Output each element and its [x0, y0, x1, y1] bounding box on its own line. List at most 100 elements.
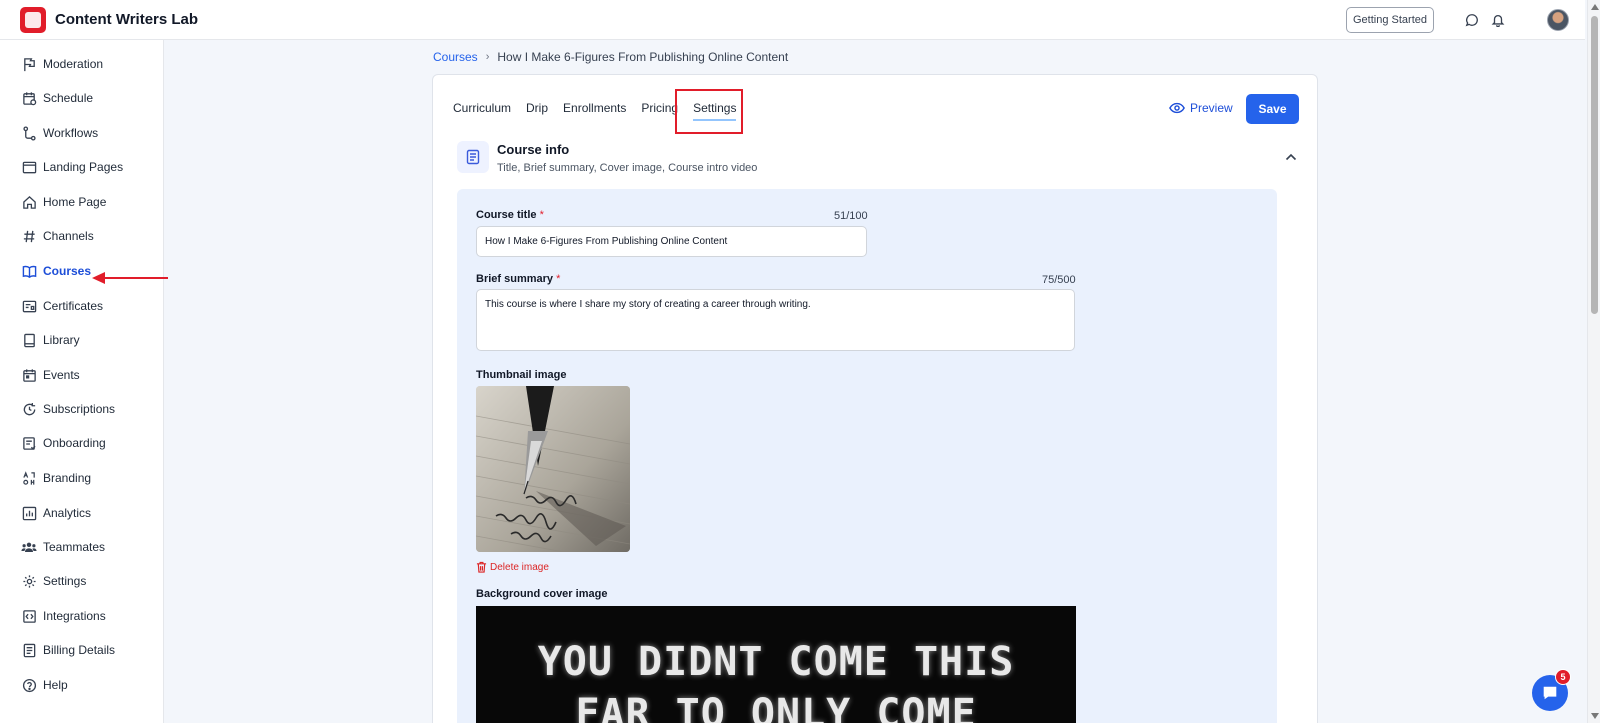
- moderation-icon: [21, 56, 37, 72]
- section-subtitle: Title, Brief summary, Cover image, Cours…: [497, 162, 758, 174]
- sidebar-item-certificates[interactable]: Certificates: [21, 296, 103, 316]
- bell-icon[interactable]: [1489, 11, 1507, 29]
- sidebar-item-moderation[interactable]: Moderation: [21, 54, 103, 74]
- hash-icon: [21, 228, 37, 244]
- integrations-icon: [21, 608, 37, 624]
- sidebar-item-label: Onboarding: [43, 436, 106, 450]
- sidebar-item-channels[interactable]: Channels: [21, 226, 94, 246]
- sidebar-item-settings[interactable]: Settings: [21, 571, 86, 591]
- trash-icon: [476, 561, 487, 573]
- calendar-icon: [21, 367, 37, 383]
- tab-pricing[interactable]: Pricing: [641, 101, 678, 115]
- library-icon: [21, 332, 37, 348]
- sidebar-item-label: Landing Pages: [43, 160, 124, 174]
- breadcrumb: Courses › How I Make 6-Figures From Publ…: [433, 50, 788, 64]
- course-info-section-header[interactable]: Course info Title, Brief summary, Cover …: [457, 139, 1297, 179]
- course-title-input[interactable]: How I Make 6-Figures From Publishing Onl…: [476, 226, 867, 257]
- home-icon: [21, 194, 37, 210]
- gear-icon: [21, 573, 37, 589]
- section-title: Course info: [497, 142, 570, 157]
- sidebar-item-label: Analytics: [43, 506, 92, 520]
- sidebar-item-branding[interactable]: Branding: [21, 468, 91, 488]
- sidebar-item-label: Teammates: [43, 540, 106, 554]
- scroll-up-arrow-icon[interactable]: [1591, 4, 1599, 10]
- breadcrumb-current: How I Make 6-Figures From Publishing Onl…: [497, 50, 789, 64]
- sidebar-item-label: Settings: [43, 574, 87, 588]
- sidebar-item-label: Library: [43, 333, 80, 347]
- user-avatar[interactable]: [1547, 9, 1569, 31]
- annotation-highlight-box: [675, 89, 743, 134]
- subscription-icon: [21, 401, 37, 417]
- eye-icon: [1169, 102, 1185, 114]
- sidebar-item-schedule[interactable]: Schedule: [21, 88, 93, 108]
- cover-image-label: Background cover image: [476, 588, 608, 600]
- getting-started-button[interactable]: Getting Started: [1346, 7, 1434, 33]
- chevron-up-icon[interactable]: [1285, 149, 1297, 164]
- tab-drip[interactable]: Drip: [526, 101, 548, 115]
- app-logo[interactable]: [20, 6, 46, 33]
- sidebar-item-courses[interactable]: Courses: [21, 261, 91, 281]
- sidebar-item-analytics[interactable]: Analytics: [21, 503, 91, 523]
- chat-bubble-icon[interactable]: [1463, 11, 1481, 29]
- breadcrumb-courses-link[interactable]: Courses: [433, 50, 478, 64]
- preview-button[interactable]: Preview: [1169, 101, 1233, 115]
- save-button[interactable]: Save: [1246, 94, 1299, 124]
- sidebar-item-label: Branding: [43, 471, 92, 485]
- document-icon: [457, 141, 489, 173]
- delete-image-label: Delete image: [490, 561, 549, 573]
- brief-summary-label-text: Brief summary: [476, 273, 554, 285]
- sidebar-item-workflows[interactable]: Workflows: [21, 123, 98, 143]
- chat-icon: [1543, 686, 1557, 700]
- cover-image-text: YOU DIDNT COME THIS FAR TO ONLY COME: [476, 636, 1076, 723]
- sidebar-item-label: Courses: [43, 264, 92, 278]
- billing-icon: [21, 642, 37, 658]
- sidebar-item-landing-pages[interactable]: Landing Pages: [21, 157, 123, 177]
- preview-label: Preview: [1190, 101, 1233, 115]
- sidebar-item-subscriptions[interactable]: Subscriptions: [21, 399, 115, 419]
- sidebar-item-label: Subscriptions: [43, 402, 116, 416]
- tab-enrollments[interactable]: Enrollments: [563, 101, 626, 115]
- annotation-arrow: [92, 272, 168, 284]
- onboarding-icon: [21, 435, 37, 451]
- sidebar-item-home-page[interactable]: Home Page: [21, 192, 106, 212]
- workflow-icon: [21, 125, 37, 141]
- window-icon: [21, 159, 37, 175]
- certificate-icon: [21, 298, 37, 314]
- sidebar-item-integrations[interactable]: Integrations: [21, 606, 106, 626]
- calendar-clock-icon: [21, 90, 37, 106]
- analytics-icon: [21, 505, 37, 521]
- course-editor-card: Curriculum Drip Enrollments Pricing Sett…: [432, 74, 1318, 723]
- sidebar-item-onboarding[interactable]: Onboarding: [21, 433, 106, 453]
- sidebar-item-events[interactable]: Events: [21, 365, 80, 385]
- book-open-icon: [21, 263, 37, 279]
- course-title-label-text: Course title: [476, 209, 537, 221]
- sidebar-item-label: Billing Details: [43, 643, 116, 657]
- tab-curriculum[interactable]: Curriculum: [453, 101, 511, 115]
- course-title-label: Course title *: [476, 209, 544, 221]
- sidebar-item-label: Moderation: [43, 57, 104, 71]
- sidebar-item-library[interactable]: Library: [21, 330, 80, 350]
- sidebar-item-help[interactable]: Help: [21, 675, 68, 695]
- sidebar-item-teammates[interactable]: Teammates: [21, 537, 105, 557]
- scrollbar-thumb[interactable]: [1591, 16, 1598, 314]
- brief-summary-counter: 75/500: [1042, 274, 1076, 286]
- cover-text-line-1: YOU DIDNT COME THIS: [537, 639, 1015, 685]
- sidebar-item-label: Home Page: [43, 195, 107, 209]
- brief-summary-textarea[interactable]: This course is where I share my story of…: [476, 289, 1075, 351]
- page-scrollbar[interactable]: [1587, 0, 1600, 723]
- background-cover-image[interactable]: YOU DIDNT COME THIS FAR TO ONLY COME: [476, 606, 1076, 723]
- sidebar-item-label: Events: [43, 368, 80, 382]
- chevron-right-icon: ›: [485, 51, 490, 63]
- sidebar-item-label: Schedule: [43, 91, 94, 105]
- sidebar-item-billing-details[interactable]: Billing Details: [21, 640, 115, 660]
- course-info-form: Course title * 51/100 How I Make 6-Figur…: [457, 189, 1277, 723]
- delete-image-button[interactable]: Delete image: [476, 561, 549, 573]
- sidebar: Moderation Schedule Workflows Landing Pa…: [0, 40, 164, 723]
- brief-summary-label: Brief summary *: [476, 273, 560, 285]
- branding-icon: [21, 470, 37, 486]
- scroll-down-arrow-icon[interactable]: [1591, 713, 1599, 719]
- sidebar-item-label: Certificates: [43, 299, 104, 313]
- help-icon: [21, 677, 37, 693]
- thumbnail-image[interactable]: [476, 386, 630, 552]
- course-title-counter: 51/100: [834, 210, 868, 222]
